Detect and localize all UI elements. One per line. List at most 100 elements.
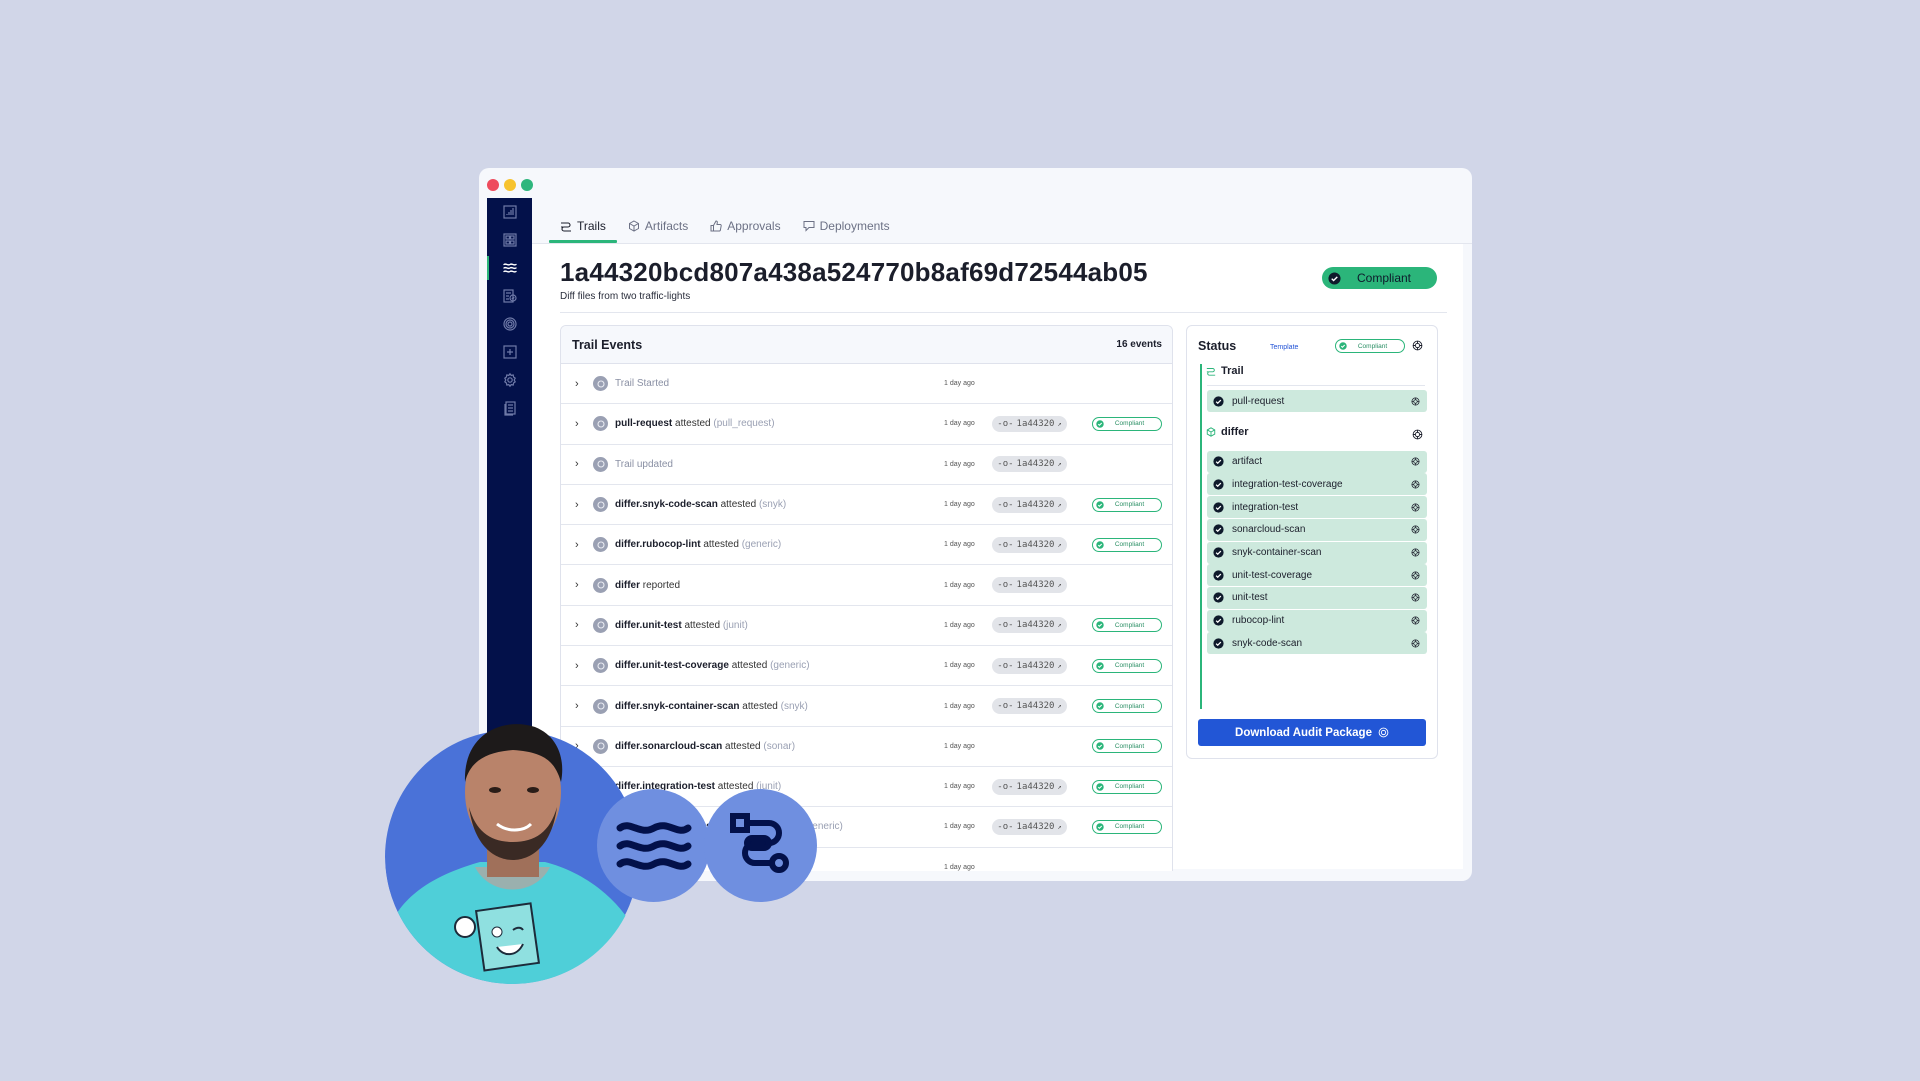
trail-event-row[interactable]: › differ.snyk-code-scan attested (snyk) 1 …	[561, 485, 1172, 526]
chevron-right-icon[interactable]: ›	[575, 539, 579, 551]
trails-waves-icon	[502, 263, 517, 273]
trail-event-icon	[593, 456, 608, 472]
commit-sha: 1a44320	[1016, 580, 1055, 591]
event-type: (pull_request)	[713, 418, 775, 430]
status-item-label: unit-test-coverage	[1232, 569, 1313, 581]
status-item[interactable]: unit-test	[1207, 586, 1427, 609]
gear-icon[interactable]	[1411, 503, 1420, 512]
gear-icon[interactable]	[1411, 525, 1420, 534]
trail-event-row[interactable]: › differ.snyk-container-scan attested (sn…	[561, 686, 1172, 727]
event-time: 1 day ago	[944, 662, 975, 670]
event-name: differ	[615, 579, 640, 591]
trail-event-row[interactable]: › Trail Started 1 day ago	[561, 364, 1172, 405]
commit-chip[interactable]: -o- 1a44320 ↗	[992, 617, 1067, 634]
gear-icon[interactable]	[1411, 571, 1420, 580]
status-item[interactable]: integration-test	[1207, 496, 1427, 519]
deploy-icon	[803, 220, 815, 232]
close-window-button[interactable]	[487, 179, 499, 191]
event-status-badge: Compliant	[1092, 618, 1162, 633]
status-item[interactable]: integration-test-coverage	[1207, 473, 1427, 496]
sidebar-item-policies[interactable]	[487, 282, 532, 310]
gear-icon[interactable]	[1411, 397, 1420, 406]
chevron-right-icon[interactable]: ›	[575, 619, 579, 631]
chevron-right-icon[interactable]: ›	[575, 499, 579, 511]
sidebar-item-flows[interactable]	[487, 254, 532, 282]
download-audit-package-button[interactable]: Download Audit Package	[1198, 719, 1426, 746]
maximize-window-button[interactable]	[521, 179, 533, 191]
tab-trails[interactable]: Trails	[549, 208, 617, 243]
external-link-icon: ↗	[1057, 460, 1062, 469]
gear-icon[interactable]	[1411, 457, 1420, 466]
status-compliant-badge: Compliant	[1335, 339, 1405, 353]
minimize-window-button[interactable]	[504, 179, 516, 191]
chevron-right-icon[interactable]: ›	[575, 458, 579, 470]
commit-chip[interactable]: -o- 1a44320 ↗	[992, 818, 1067, 835]
status-item[interactable]: pull-request	[1207, 390, 1427, 412]
chevron-right-icon[interactable]: ›	[575, 660, 579, 672]
external-link-icon: ↗	[1057, 581, 1062, 590]
chevron-right-icon[interactable]: ›	[575, 579, 579, 591]
gear-icon[interactable]	[1411, 616, 1420, 625]
target-icon	[502, 317, 517, 331]
group-settings-button[interactable]	[1412, 427, 1423, 445]
commit-chip[interactable]: -o- 1a44320 ↗	[992, 456, 1067, 473]
trail-event-row[interactable]: › differ reported 1 day ago -o- 1a44320 ↗	[561, 565, 1172, 606]
status-item[interactable]: snyk-code-scan	[1207, 632, 1427, 655]
check-circle-icon	[1096, 702, 1104, 710]
trail-event-row[interactable]: › Trail updated 1 day ago -o- 1a44320 ↗	[561, 445, 1172, 485]
commit-icon: -o-	[997, 459, 1014, 470]
tab-label: Deployments	[819, 218, 890, 233]
status-item-label: unit-test	[1232, 592, 1268, 604]
event-status-badge: Compliant	[1092, 819, 1162, 834]
sidebar-item-environments[interactable]	[487, 226, 532, 254]
status-label: Compliant	[1114, 783, 1145, 791]
sidebar-item-docs[interactable]	[487, 394, 532, 422]
trail-event-row[interactable]: › pull-request attested (pull_request) 1 d…	[561, 404, 1172, 445]
status-item[interactable]: rubocop-lint	[1207, 609, 1427, 632]
chevron-right-icon[interactable]: ›	[575, 378, 579, 390]
gear-icon[interactable]	[1411, 593, 1420, 602]
commit-chip[interactable]: -o- 1a44320 ↗	[992, 778, 1067, 795]
template-link[interactable]: Template	[1270, 344, 1298, 351]
check-circle-icon	[1213, 524, 1224, 535]
trail-events-count: 16 events	[1116, 339, 1162, 350]
gear-icon[interactable]	[1412, 429, 1423, 440]
commit-chip[interactable]: -o- 1a44320 ↗	[992, 698, 1067, 715]
sidebar-item-settings[interactable]	[487, 366, 532, 394]
gear-icon[interactable]	[1411, 480, 1420, 489]
gear-icon[interactable]	[1411, 639, 1420, 648]
sidebar-item-create[interactable]	[487, 338, 532, 366]
sidebar-item-targets[interactable]	[487, 310, 532, 338]
event-type: (sonar)	[763, 740, 796, 752]
status-item-label: sonarcloud-scan	[1232, 524, 1306, 536]
trail-event-row[interactable]: › differ.sonarcloud-scan attested (sonar)…	[561, 727, 1172, 767]
status-item[interactable]: snyk-container-scan	[1207, 541, 1427, 564]
commit-chip[interactable]: -o- 1a44320 ↗	[992, 415, 1067, 432]
sidebar-item-dashboard[interactable]	[487, 198, 532, 226]
commit-chip[interactable]: -o- 1a44320 ↗	[992, 536, 1067, 553]
chevron-right-icon[interactable]: ›	[575, 700, 579, 712]
chevron-right-icon[interactable]: ›	[575, 418, 579, 430]
gear-icon[interactable]	[1411, 548, 1420, 557]
status-item[interactable]: unit-test-coverage	[1207, 564, 1427, 587]
event-time: 1 day ago	[944, 702, 975, 710]
check-circle-icon	[1328, 271, 1341, 285]
event-title: Trail updated	[615, 458, 673, 470]
status-item[interactable]: artifact	[1207, 450, 1427, 473]
trail-event-row[interactable]: › differ.unit-test-coverage attested (gen…	[561, 646, 1172, 687]
trail-event-row[interactable]: › differ.rubocop-lint attested (generic) 1…	[561, 525, 1172, 566]
tab-artifacts[interactable]: Artifacts	[617, 208, 699, 243]
commit-chip[interactable]: -o- 1a44320 ↗	[992, 657, 1067, 674]
check-circle-icon	[1213, 479, 1224, 490]
commit-chip[interactable]: -o- 1a44320 ↗	[992, 496, 1067, 513]
divider	[1207, 385, 1425, 386]
tab-deployments[interactable]: Deployments	[792, 208, 901, 243]
event-type: (snyk)	[758, 499, 787, 511]
commit-chip[interactable]: -o- 1a44320 ↗	[992, 577, 1067, 594]
trail-event-row[interactable]: › differ.unit-test attested (junit) 1 day …	[561, 606, 1172, 647]
status-item[interactable]: sonarcloud-scan	[1207, 518, 1427, 541]
status-settings-icon[interactable]	[1412, 340, 1423, 351]
gear-icon	[503, 372, 516, 388]
event-title: differ.rubocop-lint attested (generic)	[615, 539, 781, 550]
tab-approvals[interactable]: Approvals	[699, 208, 791, 243]
